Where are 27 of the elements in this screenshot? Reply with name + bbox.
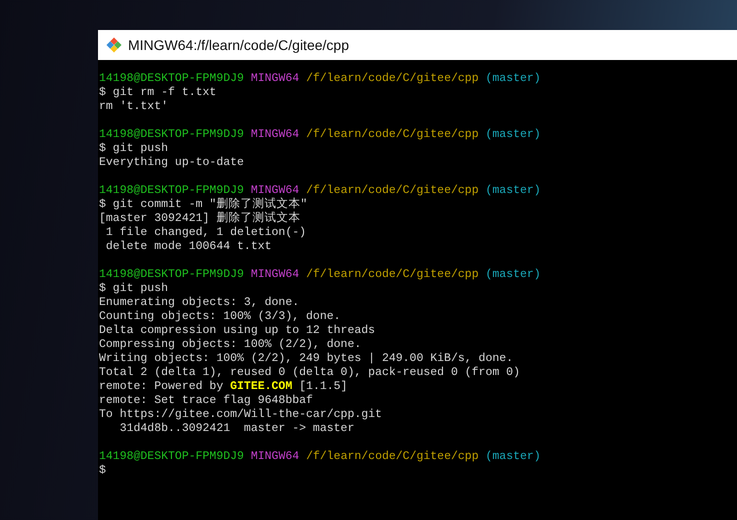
output-line: Enumerating objects: 3, done. bbox=[99, 296, 300, 310]
output-line: Everything up-to-date bbox=[99, 156, 245, 170]
output-line: 1 file changed, 1 deletion(-) bbox=[104, 226, 308, 240]
prompt-line: 14198@DESKTOP-FPM9DJ9 MINGW64 /f/learn/code/C/gitee/cpp (master) bbox=[99, 72, 542, 86]
command-line: $ git commit -m "删除了测试文本" bbox=[99, 198, 308, 212]
command-line: $ git push bbox=[99, 142, 170, 156]
output-line: Writing objects: 100% (2/2), 249 bytes | 249.00 KiB/s, done. bbox=[99, 352, 514, 366]
output-line: rm 't.txt' bbox=[99, 100, 170, 114]
prompt-line: 14198@DESKTOP-FPM9DJ9 MINGW64 /f/learn/code/C/gitee/cpp (master) bbox=[99, 128, 542, 142]
prompt-line: 14198@DESKTOP-FPM9DJ9 MINGW64 /f/learn/code/C/gitee/cpp (master) bbox=[99, 268, 542, 282]
output-line: remote: Powered by GITEE.COM [1.1.5] bbox=[99, 380, 348, 394]
output-line: delete mode 100644 t.txt bbox=[104, 240, 273, 254]
output-line: Compressing objects: 100% (2/2), done. bbox=[99, 338, 362, 352]
prompt-line: 14198@DESKTOP-FPM9DJ9 MINGW64 /f/learn/code/C/gitee/cpp (master) bbox=[99, 450, 542, 464]
output-line: Delta compression using up to 12 threads bbox=[99, 324, 376, 338]
output-line: remote: Set trace flag 9648bbaf bbox=[99, 394, 314, 408]
prompt-line: 14198@DESKTOP-FPM9DJ9 MINGW64 /f/learn/code/C/gitee/cpp (master) bbox=[99, 184, 542, 198]
command-line: $ bbox=[99, 464, 107, 478]
command-line: $ git rm -f t.txt bbox=[99, 86, 218, 100]
command-line: $ git push bbox=[99, 282, 170, 296]
output-line: To https://gitee.com/Will-the-car/cpp.git bbox=[99, 408, 383, 422]
window-title: MINGW64:/f/learn/code/C/gitee/cpp bbox=[128, 36, 349, 55]
diamond-logo-icon bbox=[106, 37, 122, 53]
output-line: Total 2 (delta 1), reused 0 (delta 0), pack-reused 0 (from 0) bbox=[99, 366, 521, 380]
output-line: 31d4d8b..3092421 master -> master bbox=[118, 422, 356, 436]
output-line: Counting objects: 100% (3/3), done. bbox=[99, 310, 342, 324]
output-line: [master 3092421] 删除了测试文本 bbox=[99, 212, 302, 226]
